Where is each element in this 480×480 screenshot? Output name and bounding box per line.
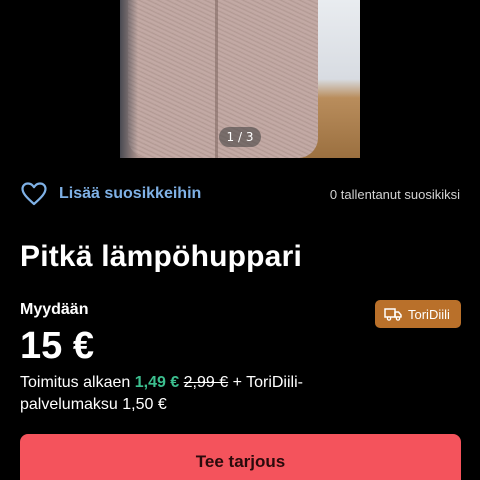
add-to-favorites-button[interactable]: Lisää suosikkeihin — [59, 185, 201, 203]
shipping-original-price: 2,99 € — [183, 374, 229, 391]
photo-shadow — [120, 0, 138, 158]
photo-fold — [215, 0, 218, 158]
shipping-info: Toimitus alkaen 1,49 € 2,99 € + ToriDiil… — [20, 372, 380, 416]
heart-icon[interactable] — [20, 180, 48, 208]
favorites-count: 0 tallentanut suosikiksi — [329, 186, 460, 202]
truck-icon — [384, 307, 402, 321]
make-offer-button[interactable]: Tee tarjous — [20, 434, 461, 480]
image-gallery[interactable]: 1 / 3 — [0, 0, 480, 163]
sale-type-label: Myydään — [20, 301, 89, 318]
shipping-discounted-price: 1,49 € — [134, 374, 180, 391]
listing-title: Pitkä lämpöhuppari — [20, 240, 302, 273]
listing-price: 15 € — [20, 325, 94, 367]
badge-label: ToriDiili — [408, 306, 450, 322]
toridiili-badge: ToriDiili — [375, 300, 461, 328]
favorite-row: Lisää suosikkeihin 0 tallentanut suosiki… — [20, 178, 460, 210]
shipping-prefix: Toimitus alkaen — [20, 374, 135, 391]
photo-counter: 1 / 3 — [219, 127, 261, 147]
